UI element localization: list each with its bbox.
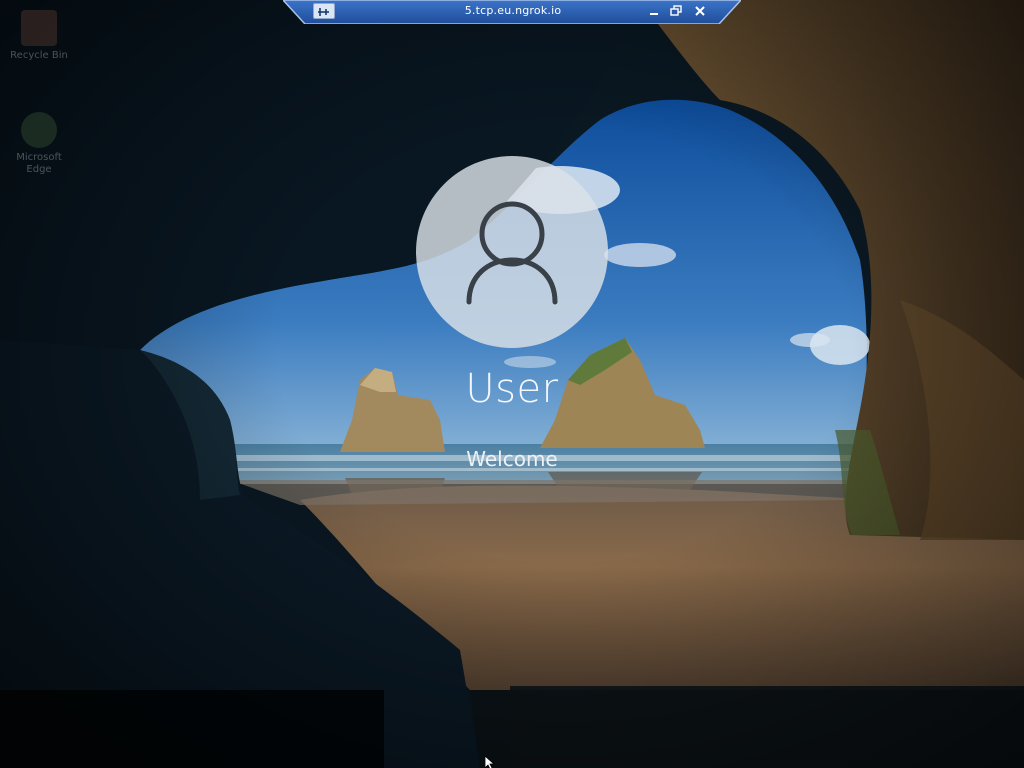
minimize-icon xyxy=(650,13,658,15)
minimize-button[interactable] xyxy=(645,3,663,19)
edge-icon xyxy=(21,112,57,148)
desktop-icon-edge[interactable]: Microsoft Edge xyxy=(4,112,74,176)
pin-button[interactable] xyxy=(313,3,335,19)
close-button[interactable] xyxy=(691,3,709,19)
desktop-icon-recycle-bin[interactable]: Recycle Bin xyxy=(4,10,74,62)
restore-icon xyxy=(670,5,682,16)
close-icon xyxy=(695,6,705,16)
connection-title: 5.tcp.eu.ngrok.io xyxy=(464,4,562,17)
welcome-status: Welcome xyxy=(466,447,558,471)
desktop-icon-label: Microsoft Edge xyxy=(16,152,62,175)
pin-icon xyxy=(318,8,329,16)
user-avatar-icon xyxy=(466,201,558,305)
user-avatar[interactable] xyxy=(416,156,608,348)
desktop-icon-label: Recycle Bin xyxy=(10,50,68,61)
remote-connection-bar[interactable]: 5.tcp.eu.ngrok.io xyxy=(283,0,741,24)
remote-desktop-screen: Recycle Bin Microsoft Edge 5.tcp.eu.ngro… xyxy=(0,0,1024,768)
user-name: User xyxy=(465,366,559,412)
recycle-bin-icon xyxy=(21,10,57,46)
restore-button[interactable] xyxy=(667,3,685,19)
mouse-cursor-icon xyxy=(485,756,496,768)
